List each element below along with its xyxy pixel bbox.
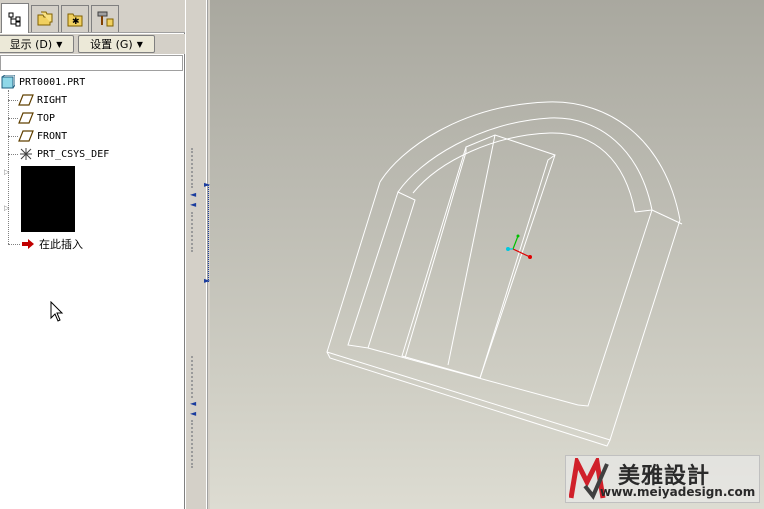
settings-dropdown-label: 设置 (G): [90, 38, 133, 51]
tree-item[interactable]: FRONT: [18, 128, 67, 144]
tree-connector: [8, 90, 9, 244]
tab-favorites[interactable]: ✱: [61, 5, 89, 32]
left-pillar-edge: [347, 191, 416, 349]
svg-text:✱: ✱: [72, 17, 80, 27]
mouse-pointer-icon: [50, 301, 64, 322]
tree-insert-here-item[interactable]: 在此插入: [20, 236, 83, 252]
watermark-url-text: www.meiyadesign.com: [600, 485, 756, 499]
tab-folder-browser[interactable]: [31, 5, 59, 32]
tree-root-item[interactable]: PRT0001.PRT: [0, 74, 85, 90]
splitter-handle[interactable]: [208, 185, 209, 282]
tree-connector: [8, 136, 18, 137]
door-center-edge: [447, 134, 496, 366]
model-tree-icon: [8, 12, 21, 26]
tree-connector: [8, 100, 18, 101]
insert-arrow-icon: [20, 237, 36, 251]
tree-toolbar: 显示 (D) ▼ 设置 (G) ▼: [0, 34, 185, 54]
right-pillar-edge: [577, 209, 653, 407]
tree-connector: [8, 118, 18, 119]
tree-filter-field[interactable]: [0, 55, 183, 71]
csys-triad-icon: [506, 234, 532, 259]
tree-root-label: PRT0001.PRT: [19, 76, 86, 88]
expand-triangle-icon[interactable]: ▷: [4, 168, 9, 176]
graphics-viewport[interactable]: [210, 0, 764, 509]
tree-item-label: PRT_CSYS_DEF: [37, 148, 110, 160]
tree-connector: [8, 154, 18, 155]
splitter-grip: [191, 148, 195, 188]
datum-plane-icon: [18, 111, 34, 125]
part-wireframe: [326, 101, 683, 447]
tree-item-label: RIGHT: [37, 94, 68, 106]
splitter-grip: [191, 212, 195, 252]
tab-model-tree[interactable]: [1, 3, 29, 33]
splitter-grip: [191, 420, 195, 468]
redacted-region: [21, 166, 75, 232]
datum-plane-icon: [18, 93, 34, 107]
folder-browser-icon: [37, 11, 53, 26]
model-tree: PRT0001.PRT RIGHT TOP FRONT PRT_CSYS_DEF: [0, 72, 183, 509]
outer-frame-edge: [326, 351, 611, 447]
tree-item[interactable]: PRT_CSYS_DEF: [18, 146, 109, 162]
chevron-down-icon: ▼: [56, 39, 63, 49]
inner-arch-edge: [397, 117, 653, 211]
tree-item-label: TOP: [37, 112, 56, 124]
show-dropdown-label: 显示 (D): [9, 38, 53, 51]
panel-splitter[interactable]: ◄ ◄ ◄ ◄ ► ►: [185, 0, 210, 509]
connections-icon: [97, 11, 114, 27]
collapse-left-icon[interactable]: ◄: [190, 410, 196, 418]
tree-item[interactable]: RIGHT: [18, 92, 67, 108]
settings-dropdown-button[interactable]: 设置 (G) ▼: [78, 35, 155, 53]
model-tree-panel: ✱ 显示 (D) ▼ 设置 (G) ▼ PRT0001.PRT RIGHT TO…: [0, 0, 185, 509]
collapse-left-icon[interactable]: ◄: [190, 191, 196, 199]
tab-connections[interactable]: [91, 5, 119, 32]
favorites-icon: ✱: [67, 13, 83, 27]
collapse-left-icon[interactable]: ◄: [190, 201, 196, 209]
tree-item-label: FRONT: [37, 130, 68, 142]
door-panel-edge: [401, 134, 556, 379]
collapse-left-icon[interactable]: ◄: [190, 400, 196, 408]
door-edge: [404, 147, 467, 359]
expand-triangle-icon[interactable]: ▷: [4, 204, 9, 212]
show-dropdown-button[interactable]: 显示 (D) ▼: [0, 35, 74, 53]
watermark-logo: 美雅設計 www.meiyadesign.com: [565, 455, 760, 503]
splitter-grip: [191, 356, 195, 398]
tree-item[interactable]: TOP: [18, 110, 55, 126]
frame-edge: [634, 209, 653, 213]
frame-edge: [651, 209, 683, 225]
tree-connector: [8, 244, 20, 245]
datum-plane-icon: [18, 129, 34, 143]
coordinate-system-icon: [18, 147, 34, 161]
chevron-down-icon: ▼: [136, 39, 143, 49]
part-icon: [0, 75, 16, 89]
navigator-tab-strip: ✱: [0, 0, 185, 33]
tree-insert-here-label: 在此插入: [39, 238, 83, 251]
